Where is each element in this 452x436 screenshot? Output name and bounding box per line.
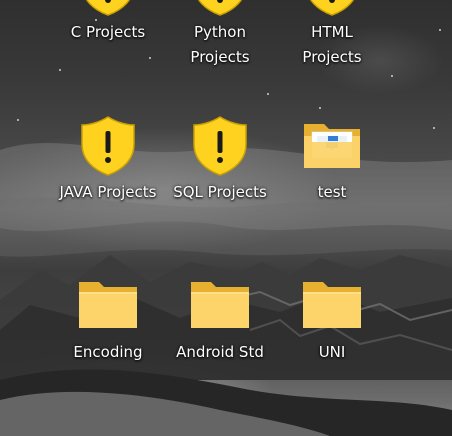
icon-label-line: JAVA Projects — [59, 183, 157, 201]
icon-label-line: SQL Projects — [173, 183, 267, 201]
icon-label: HTML Projects — [276, 20, 388, 70]
icon-label-line: C Projects — [70, 23, 146, 41]
icon-label-line: Projects — [190, 48, 250, 66]
icon-label-line: UNI — [318, 343, 346, 361]
desktop-icon-c-projects[interactable]: C Projects — [52, 0, 164, 45]
icon-label: test — [276, 180, 388, 205]
desktop-background: C Projects Python Projects HTML Projects — [0, 0, 452, 436]
icon-label-line: HTML — [311, 23, 353, 41]
icon-label: Python Projects — [164, 20, 276, 70]
desktop-icon-uni[interactable]: UNI — [276, 274, 388, 365]
desktop-icon-python-projects[interactable]: Python Projects — [164, 0, 276, 70]
folder-icon — [79, 282, 137, 328]
desktop-icon-android-std[interactable]: Android Std — [164, 274, 276, 365]
desktop-icon-sql-projects[interactable]: SQL Projects — [164, 114, 276, 205]
shield-icon — [309, 0, 355, 16]
shield-icon — [193, 116, 247, 176]
icon-label-line: Python — [194, 23, 246, 41]
icon-label: Android Std — [164, 340, 276, 365]
shield-icon — [85, 0, 131, 16]
folder-with-document-icon — [304, 124, 360, 168]
folder-icon — [191, 282, 249, 328]
desktop-icon-java-projects[interactable]: JAVA Projects — [52, 114, 164, 205]
desktop-icon-encoding[interactable]: Encoding — [52, 274, 164, 365]
desktop-icon-html-projects[interactable]: HTML Projects — [276, 0, 388, 70]
shield-icon — [81, 116, 135, 176]
icon-label: SQL Projects — [164, 180, 276, 205]
icon-label-line: test — [317, 183, 347, 201]
icon-label: C Projects — [52, 20, 164, 45]
icon-label-line: Encoding — [73, 343, 143, 361]
icon-label: JAVA Projects — [52, 180, 164, 205]
folder-icon — [303, 282, 361, 328]
icon-label-line: Projects — [302, 48, 362, 66]
icon-label: Encoding — [52, 340, 164, 365]
shield-icon — [197, 0, 243, 16]
icon-label: UNI — [276, 340, 388, 365]
icon-label-line: Android Std — [176, 343, 264, 361]
desktop-icon-test[interactable]: test — [276, 114, 388, 205]
